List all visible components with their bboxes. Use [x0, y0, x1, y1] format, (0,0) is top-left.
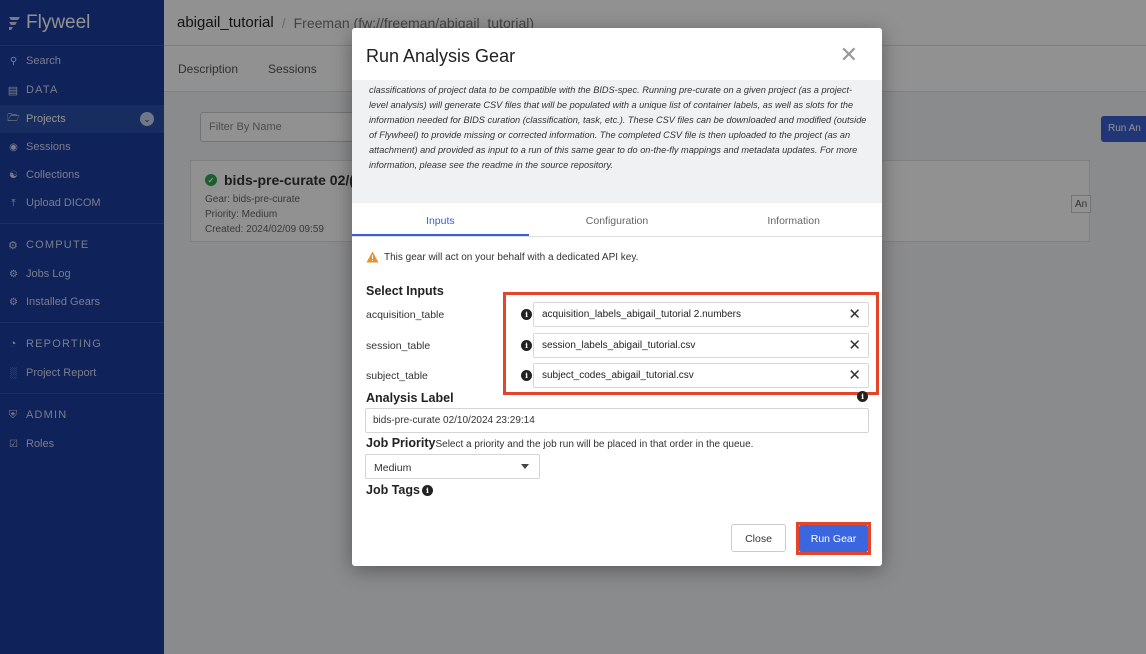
info-icon[interactable]: i [521, 309, 532, 320]
acquisition-table-value: acquisition_labels_abigail_tutorial 2.nu… [542, 309, 742, 320]
subject-table-value: subject_codes_abigail_tutorial.csv [542, 370, 694, 381]
acquisition-table-field[interactable]: acquisition_labels_abigail_tutorial 2.nu… [533, 302, 869, 327]
subject-table-field[interactable]: subject_codes_abigail_tutorial.csv ✕ [533, 363, 869, 388]
job-priority-value: Medium [374, 462, 412, 474]
job-tags-heading: Job Tags i [366, 483, 433, 497]
modal-tabs: Inputs Configuration Information [352, 203, 882, 237]
modal-title: Run Analysis Gear [366, 45, 516, 66]
session-table-field[interactable]: session_labels_abigail_tutorial.csv ✕ [533, 333, 869, 358]
session-table-value: session_labels_abigail_tutorial.csv [542, 340, 696, 351]
warning-text: This gear will act on your behalf with a… [384, 251, 639, 263]
job-priority-heading: Job PrioritySelect a priority and the jo… [366, 436, 753, 450]
input-label-subject-table: subject_table [366, 370, 428, 382]
close-button[interactable]: Close [731, 524, 786, 552]
input-label-session-table: session_table [366, 340, 431, 352]
tab-configuration[interactable]: Configuration [529, 203, 706, 236]
input-label-acquisition-table: acquisition_table [366, 309, 445, 321]
info-icon[interactable]: i [421, 484, 433, 496]
clear-icon[interactable]: ✕ [848, 366, 861, 384]
close-icon[interactable]: ✕ [840, 44, 858, 66]
tab-inputs[interactable]: Inputs [352, 203, 529, 236]
gear-description: classifications of project data to be co… [352, 80, 882, 203]
clear-icon[interactable]: ✕ [848, 336, 861, 354]
caret-down-icon [521, 464, 529, 469]
job-tags-title: Job Tags [366, 483, 420, 497]
select-inputs-heading: Select Inputs [366, 284, 444, 298]
tab-information[interactable]: Information [705, 203, 882, 236]
info-icon[interactable]: i [521, 340, 532, 351]
job-priority-select[interactable]: Medium [365, 454, 540, 479]
run-gear-button[interactable]: Run Gear [799, 525, 868, 552]
modal-header: Run Analysis Gear [352, 28, 882, 84]
clear-icon[interactable]: ✕ [848, 305, 861, 323]
api-key-warning: This gear will act on your behalf with a… [366, 251, 638, 263]
analysis-label-input[interactable]: bids-pre-curate 02/10/2024 23:29:14 [365, 408, 869, 433]
job-priority-title: Job Priority [366, 436, 436, 450]
analysis-label-heading: Analysis Label [366, 391, 454, 405]
run-analysis-gear-modal: Run Analysis Gear ✕ classifications of p… [352, 28, 882, 566]
warning-icon [366, 251, 379, 263]
job-priority-hint: Select a priority and the job run will b… [435, 439, 754, 450]
info-icon[interactable]: i [521, 370, 532, 381]
info-icon[interactable]: i [857, 391, 868, 402]
